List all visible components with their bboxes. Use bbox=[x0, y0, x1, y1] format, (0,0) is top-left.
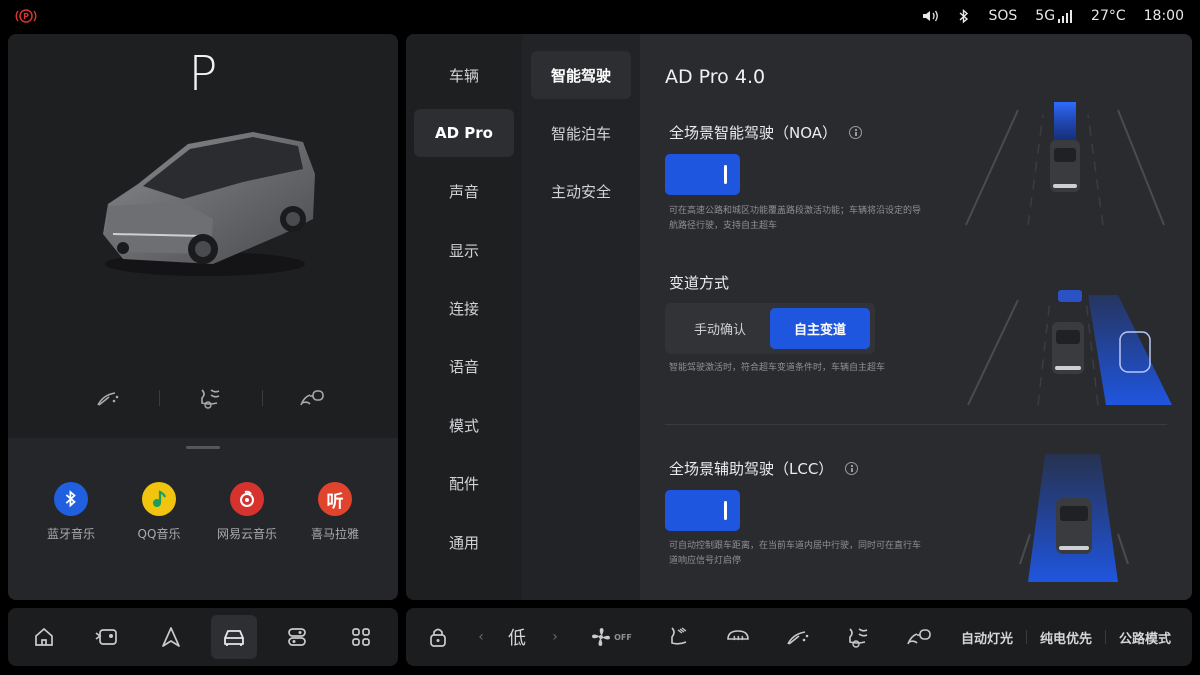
lcc-title: 全场景辅助驾驶（LCC） bbox=[669, 458, 859, 479]
netease-music-icon bbox=[230, 482, 264, 516]
bluetooth-music-icon bbox=[54, 482, 88, 516]
lock-icon[interactable] bbox=[426, 608, 450, 666]
drawer-handle[interactable] bbox=[186, 446, 220, 449]
svg-text:P: P bbox=[23, 12, 29, 21]
nav-item-accessories[interactable]: 配件 bbox=[414, 459, 514, 507]
settings-content: AD Pro 4.0 全场景智能驾驶（NOA） 可在高速公路和城区功能覆盖路段激… bbox=[640, 34, 1192, 600]
seat-ventilation-icon[interactable] bbox=[664, 608, 692, 666]
apps-icon[interactable] bbox=[338, 615, 384, 659]
lcc-description: 可自动控制跟车距离，在当前车道内居中行驶，同时可在直行车道响应信号灯启停 bbox=[669, 541, 922, 566]
fan-icon bbox=[592, 628, 611, 646]
noa-illustration bbox=[965, 102, 1165, 226]
home-icon[interactable] bbox=[21, 615, 67, 659]
media-drawer: 蓝牙音乐 QQ音乐 网易云音乐 听 喜马拉雅 bbox=[8, 438, 398, 600]
auto-light-button[interactable]: 自动灯光 bbox=[954, 608, 1020, 666]
controls-icon[interactable] bbox=[274, 615, 320, 659]
info-icon[interactable] bbox=[849, 126, 863, 139]
lane-change-description: 智能驾驶激活时，符合超车变道条件时，车辆自主超车 bbox=[669, 363, 886, 373]
subnav-item-smart-parking[interactable]: 智能泊车 bbox=[531, 109, 631, 157]
media-app-qq[interactable]: QQ音乐 bbox=[114, 482, 204, 542]
car-illustration bbox=[103, 132, 315, 276]
clock: 18:00 bbox=[1143, 8, 1184, 24]
section-divider bbox=[665, 424, 1167, 425]
media-app-bluetooth[interactable]: 蓝牙音乐 bbox=[26, 482, 116, 542]
qq-music-icon bbox=[142, 482, 176, 516]
lcc-illustration bbox=[1019, 454, 1129, 582]
status-bar: P SOS 5G 27°C 18:00 bbox=[0, 0, 1200, 32]
fan-state: OFF bbox=[614, 632, 632, 642]
settings-nav-primary: 车辆 AD Pro 声音 显示 连接 语音 模式 配件 通用 bbox=[406, 34, 522, 600]
ximalaya-icon: 听 bbox=[318, 482, 352, 516]
defrost-icon[interactable] bbox=[724, 608, 752, 666]
settings-panel: 车辆 AD Pro 声音 显示 连接 语音 模式 配件 通用 智能驾驶 智能泊车… bbox=[406, 34, 1192, 600]
media-app-label: 喜马拉雅 bbox=[310, 527, 359, 541]
lane-change-auto-option[interactable]: 自主变道 bbox=[770, 308, 870, 349]
media-app-label: 网易云音乐 bbox=[216, 527, 277, 541]
signal-label: 5G bbox=[1035, 8, 1056, 24]
seat-heat-icon[interactable] bbox=[196, 384, 224, 412]
dock-right: ‹ 低 › OFF 自动灯光 纯电优先 公路模式 bbox=[406, 608, 1192, 666]
wiper-icon[interactable] bbox=[94, 384, 122, 412]
nav-item-mode[interactable]: 模式 bbox=[414, 401, 514, 449]
gear-indicator: P bbox=[188, 46, 218, 102]
subnav-item-smart-driving[interactable]: 智能驾驶 bbox=[531, 51, 631, 99]
fan-level: 低 bbox=[508, 628, 526, 649]
car-icon[interactable] bbox=[211, 615, 257, 659]
navigation-icon[interactable] bbox=[148, 615, 194, 659]
fan-decrease-icon[interactable]: ‹ bbox=[474, 608, 488, 666]
lcc-title-text: 全场景辅助驾驶（LCC） bbox=[669, 460, 834, 478]
temperature: 27°C bbox=[1091, 8, 1126, 24]
ev-priority-button[interactable]: 纯电优先 bbox=[1033, 608, 1099, 666]
sos-label[interactable]: SOS bbox=[988, 8, 1017, 24]
media-app-label: 蓝牙音乐 bbox=[46, 527, 95, 541]
bluetooth-icon[interactable] bbox=[958, 8, 970, 24]
quick-controls bbox=[8, 384, 398, 412]
nav-item-ad-pro[interactable]: AD Pro bbox=[414, 109, 514, 157]
signal-indicator: 5G bbox=[1035, 8, 1073, 24]
media-icon[interactable] bbox=[84, 615, 130, 659]
wiper-icon[interactable] bbox=[784, 608, 812, 666]
fan-increase-icon[interactable]: › bbox=[548, 608, 562, 666]
nav-item-voice[interactable]: 语音 bbox=[414, 342, 514, 390]
nav-item-general[interactable]: 通用 bbox=[414, 518, 514, 566]
mirror-icon[interactable] bbox=[904, 608, 934, 666]
noa-title-text: 全场景智能驾驶（NOA） bbox=[669, 124, 838, 142]
seat-heat-icon[interactable] bbox=[844, 608, 872, 666]
noa-title: 全场景智能驾驶（NOA） bbox=[669, 122, 863, 143]
nav-item-vehicle[interactable]: 车辆 bbox=[414, 51, 514, 99]
parking-brake-icon: P bbox=[15, 9, 37, 23]
dock-left bbox=[8, 608, 398, 666]
lane-change-title: 变道方式 bbox=[669, 274, 730, 292]
page-title: AD Pro 4.0 bbox=[665, 66, 766, 88]
media-app-label: QQ音乐 bbox=[137, 527, 181, 541]
fan-toggle[interactable]: OFF bbox=[586, 608, 636, 666]
lane-change-illustration bbox=[967, 290, 1172, 406]
nav-item-connect[interactable]: 连接 bbox=[414, 284, 514, 332]
lcc-toggle[interactable] bbox=[665, 490, 740, 531]
noa-description: 可在高速公路和城区功能覆盖路段激活功能；车辆将沿设定的导航路径行驶，支持自主超车 bbox=[669, 206, 922, 231]
media-app-ximalaya[interactable]: 听 喜马拉雅 bbox=[290, 482, 380, 542]
lane-change-manual-option[interactable]: 手动确认 bbox=[670, 308, 770, 349]
media-app-netease[interactable]: 网易云音乐 bbox=[202, 482, 292, 542]
subnav-item-active-safety[interactable]: 主动安全 bbox=[531, 167, 631, 215]
lane-change-segmented: 手动确认 自主变道 bbox=[665, 303, 875, 354]
volume-icon[interactable] bbox=[922, 9, 940, 23]
nav-item-sound[interactable]: 声音 bbox=[414, 167, 514, 215]
mirror-fold-icon[interactable] bbox=[298, 384, 326, 412]
nav-item-display[interactable]: 显示 bbox=[414, 226, 514, 274]
signal-bars-icon bbox=[1058, 9, 1073, 23]
settings-nav-secondary: 智能驾驶 智能泊车 主动安全 bbox=[522, 34, 640, 600]
info-icon[interactable] bbox=[845, 462, 859, 475]
vehicle-panel: P 蓝牙音乐 QQ音乐 网易云音乐 听 喜马拉雅 bbox=[8, 34, 398, 600]
noa-toggle[interactable] bbox=[665, 154, 740, 195]
road-mode-button[interactable]: 公路模式 bbox=[1112, 608, 1178, 666]
